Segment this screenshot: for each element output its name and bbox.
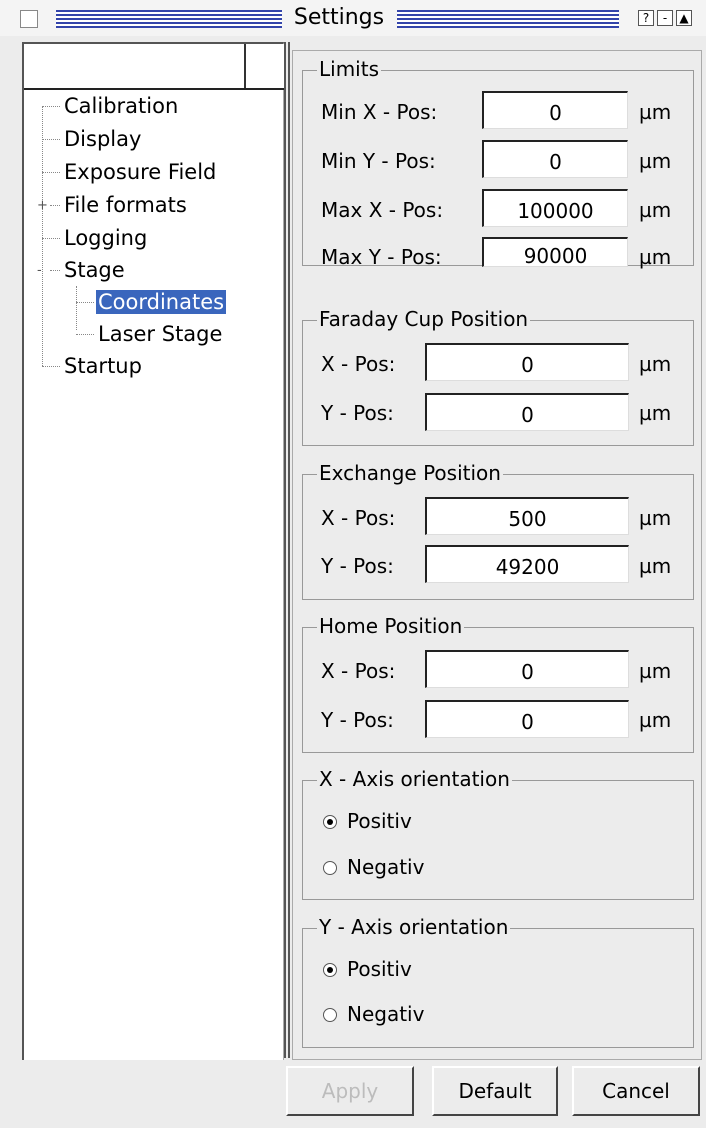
group-title: Exchange Position: [317, 460, 503, 486]
minimize-button[interactable]: -: [657, 10, 673, 26]
tree-item-label: Laser Stage: [98, 322, 223, 346]
tree-item-file-formats[interactable]: File formats: [64, 191, 187, 219]
tree-item-exposure-field[interactable]: Exposure Field: [64, 158, 216, 186]
tree-item-stage[interactable]: Stage: [64, 256, 125, 284]
faraday-cup-group: Faraday Cup Position X - Pos: 0 µm Y - P…: [302, 306, 694, 446]
settings-tree[interactable]: + - Calibration Display Exposure Field F…: [22, 42, 284, 1060]
exchange-x-input[interactable]: 500: [425, 497, 629, 535]
x-negativ-label[interactable]: Negativ: [347, 854, 424, 880]
tree-connector: [42, 106, 43, 366]
min-y-input[interactable]: 0: [482, 140, 628, 178]
x-axis-orientation-group: X - Axis orientation Positiv Negativ: [302, 766, 694, 900]
tree-connector: [42, 106, 60, 107]
y-pos-label: Y - Pos:: [321, 401, 394, 425]
x-positiv-radio[interactable]: [323, 815, 337, 829]
tree-connector: [42, 172, 60, 173]
tree-connector: [50, 270, 60, 271]
help-button[interactable]: ?: [638, 10, 654, 26]
faraday-y-input[interactable]: 0: [425, 393, 629, 431]
title-bar: Settings ? - ▲: [0, 0, 706, 36]
home-x-input[interactable]: 0: [425, 650, 629, 688]
x-negativ-radio[interactable]: [323, 861, 337, 875]
exchange-position-group: Exchange Position X - Pos: 500 µm Y - Po…: [302, 460, 694, 600]
x-pos-label: X - Pos:: [321, 352, 396, 376]
limits-group: Limits Min X - Pos: 0 µm Min Y - Pos: 0 …: [302, 56, 694, 269]
x-positiv-label[interactable]: Positiv: [347, 808, 412, 834]
unit-label: µm: [639, 506, 672, 530]
cancel-button[interactable]: Cancel: [572, 1066, 700, 1116]
unit-label: µm: [639, 401, 672, 425]
window-menu-button[interactable]: [20, 10, 38, 28]
x-pos-label: X - Pos:: [321, 506, 396, 530]
tree-item-label: Startup: [64, 354, 142, 378]
tree-connector: [76, 334, 94, 335]
group-title: Faraday Cup Position: [317, 306, 531, 332]
default-button[interactable]: Default: [432, 1066, 558, 1116]
window-title: Settings: [293, 5, 385, 30]
tree-item-coordinates[interactable]: Coordinates: [96, 288, 227, 316]
group-title: Y - Axis orientation: [317, 914, 511, 940]
unit-label: µm: [639, 100, 672, 124]
group-title: Limits: [317, 56, 381, 82]
group-title: Home Position: [317, 613, 465, 639]
x-pos-label: X - Pos:: [321, 659, 396, 683]
tree-connector: [76, 286, 77, 330]
title-bar-stripes-right: [397, 10, 619, 28]
max-x-input[interactable]: 100000: [482, 189, 628, 227]
group-title: X - Axis orientation: [317, 766, 512, 792]
tree-connector: [42, 238, 60, 239]
apply-button[interactable]: Apply: [286, 1066, 414, 1116]
expand-icon[interactable]: +: [37, 199, 48, 212]
tree-item-label: Logging: [64, 226, 148, 250]
min-x-input[interactable]: 0: [482, 91, 628, 129]
maximize-button[interactable]: ▲: [676, 10, 692, 26]
unit-label: µm: [639, 245, 672, 269]
y-positiv-label[interactable]: Positiv: [347, 956, 412, 982]
tree-item-label: Display: [64, 127, 142, 151]
tree-header-column-divider[interactable]: [244, 44, 246, 88]
unit-label: µm: [639, 352, 672, 376]
tree-item-label: Calibration: [64, 94, 179, 118]
tree-item-startup[interactable]: Startup: [64, 352, 142, 380]
tree-connector: [50, 205, 60, 206]
title-bar-stripes-left: [56, 10, 282, 28]
tree-item-label: Stage: [64, 258, 125, 282]
tree-item-display[interactable]: Display: [64, 125, 141, 153]
min-x-label: Min X - Pos:: [321, 100, 438, 124]
unit-label: µm: [639, 198, 672, 222]
faraday-x-input[interactable]: 0: [425, 343, 629, 381]
tree-item-label: Exposure Field: [64, 160, 217, 184]
exchange-y-input[interactable]: 49200: [425, 545, 629, 583]
home-position-group: Home Position X - Pos: 0 µm Y - Pos: 0 µ…: [302, 613, 694, 753]
tree-item-calibration[interactable]: Calibration: [64, 92, 178, 120]
tree-connector: [42, 366, 60, 367]
unit-label: µm: [639, 708, 672, 732]
min-y-label: Min Y - Pos:: [321, 149, 436, 173]
unit-label: µm: [639, 149, 672, 173]
tree-item-label: File formats: [64, 193, 187, 217]
home-y-input[interactable]: 0: [425, 700, 629, 738]
y-negativ-label[interactable]: Negativ: [347, 1001, 424, 1027]
unit-label: µm: [639, 554, 672, 578]
y-pos-label: Y - Pos:: [321, 708, 394, 732]
tree-item-laser-stage[interactable]: Laser Stage: [98, 320, 222, 348]
collapse-icon[interactable]: -: [37, 264, 42, 277]
max-y-label: Max Y - Pos:: [321, 245, 442, 269]
tree-item-logging[interactable]: Logging: [64, 224, 147, 252]
max-y-input[interactable]: 90000: [482, 237, 628, 268]
tree-item-label: Coordinates: [96, 290, 227, 314]
y-pos-label: Y - Pos:: [321, 554, 394, 578]
y-negativ-radio[interactable]: [323, 1008, 337, 1022]
y-axis-orientation-group: Y - Axis orientation Positiv Negativ: [302, 914, 694, 1048]
tree-header[interactable]: [24, 44, 284, 90]
unit-label: µm: [639, 659, 672, 683]
panel-splitter[interactable]: [284, 42, 290, 1058]
y-positiv-radio[interactable]: [323, 963, 337, 977]
tree-connector: [42, 139, 60, 140]
max-x-label: Max X - Pos:: [321, 198, 444, 222]
tree-connector: [76, 302, 94, 303]
